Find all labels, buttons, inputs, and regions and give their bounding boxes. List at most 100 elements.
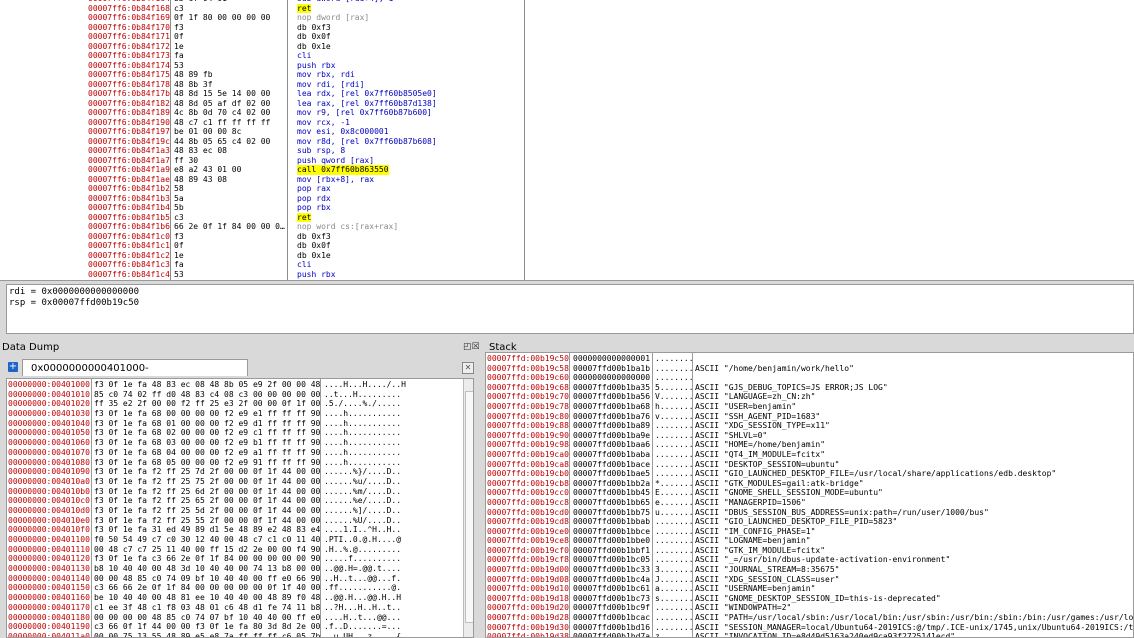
instruction-text: push rbx — [297, 60, 336, 70]
column-divider — [287, 0, 288, 280]
data-dump-row[interactable]: 00000000:00401060 f3 0f 1e fa 68 03 00 00… — [7, 437, 473, 447]
instruction-bytes: fa — [174, 260, 184, 269]
data-dump-row[interactable]: 00000000:00401020 ff 35 e2 2f 00 00 f2 ff… — [7, 398, 473, 408]
stack-row[interactable]: 00007ffd:00b19d28 00007ffd00b1bcac.......… — [486, 612, 1133, 622]
instruction-bytes: fa — [174, 51, 184, 60]
stack-row[interactable]: 00007ffd:00b19cd0 00007ffd00b1bb75 u......… — [486, 507, 1133, 517]
float-icon[interactable]: ◰ — [463, 342, 472, 352]
data-dump-row[interactable]: 00000000:00401010 85 c0 74 02 ff d0 48 83… — [7, 389, 473, 399]
data-dump-row[interactable]: 00000000:00401180 00 00 00 00 48 85 c0 74… — [7, 612, 473, 622]
stack-row[interactable]: 00007ffd:00b19d10 00007ffd00b1bc61 a......… — [486, 583, 1133, 593]
stack-row[interactable]: 00007ffd:00b19c80 00007ffd00b1ba76 v......… — [486, 411, 1133, 421]
data-dump-row[interactable]: 00000000:00401000 f3 0f 1e fa 48 83 ec 08… — [7, 379, 473, 389]
stack-row[interactable]: 00007ffd:00b19d30 00007ffd00b1bd16.......… — [486, 622, 1133, 632]
data-dump-scrollbar[interactable] — [463, 379, 473, 637]
instruction-text: mov rcx, -1 — [297, 117, 350, 127]
stack-row[interactable]: 00007ffd:00b19d00 00007ffd00b1bc33 3......… — [486, 564, 1133, 574]
instruction-address: 00007ff6:0b84f1c4 — [88, 269, 170, 279]
stack-row[interactable]: 00007ffd:00b19c50 0000000000000001.......… — [486, 353, 1133, 363]
disassembly-pane[interactable]: 00007ff6:0b84f16483 6f 04 01sub dword [r… — [0, 0, 1134, 281]
data-dump-row[interactable]: 00000000:00401090 f3 0f 1e fa f2 ff 25 7d… — [7, 466, 473, 476]
data-dump-row[interactable]: 00000000:00401160 be 10 40 40 00 48 81 ee… — [7, 592, 473, 602]
stack-row[interactable]: 00007ffd:00b19d20 00007ffd00b1bc9f.......… — [486, 602, 1133, 612]
data-dump-row[interactable]: 00000000:004010e0 f3 0f 1e fa f2 ff 25 55… — [7, 515, 473, 525]
stack-row[interactable]: 00007ffd:00b19cb8 00007ffd00b1bb2a *......… — [486, 478, 1133, 488]
close-icon[interactable]: ☒ — [472, 342, 480, 352]
stack-row[interactable]: 00007ffd:00b19ce0 00007ffd00b1bbce.......… — [486, 526, 1133, 536]
instruction-address: 00007ff6:0b84f1c2 — [88, 250, 170, 260]
stack-row[interactable]: 00007ffd:00b19d18 00007ffd00b1bc73 s......… — [486, 593, 1133, 603]
data-dump-row[interactable]: 00000000:00401170 c1 ee 3f 48 c1 f8 03 48… — [7, 602, 473, 612]
stack-value: 00007ffd00b1bd7a — [573, 632, 651, 638]
data-dump-row[interactable]: 00000000:004010d0 f3 0f 1e fa f2 ff 25 5d… — [7, 505, 473, 515]
instruction-bytes: f3 — [174, 22, 184, 32]
disassembly-gutter — [0, 0, 78, 280]
instruction-address: 00007ff6:0b84f189 — [88, 108, 170, 117]
instruction-text: call 0x7ff60b863550 — [297, 165, 389, 175]
data-dump-row[interactable]: 00000000:00401100 f0 50 54 49 c7 c0 30 12… — [7, 534, 473, 544]
instruction-address: 00007ff6:0b84f1ae — [88, 174, 170, 184]
instruction-address: 00007ff6:0b84f1c1 — [88, 241, 170, 250]
stack-row[interactable]: 00007ffd:00b19d38 00007ffd00b1bd7a z......… — [486, 631, 1133, 638]
stack-row[interactable]: 00007ffd:00b19c88 00007ffd00b1ba89.......… — [486, 420, 1133, 430]
stack-row[interactable]: 00007ffd:00b19c78 00007ffd00b1ba68 h......… — [486, 401, 1133, 411]
data-dump-row[interactable]: 00000000:004010f0 f3 0f 1e fa 31 ed 49 89… — [7, 524, 473, 534]
stack-row[interactable]: 00007ffd:00b19cb0 00007ffd00b1bae5.......… — [486, 468, 1133, 478]
data-dump-row[interactable]: 00000000:00401120 f3 0f 1e fa c3 66 2e 0f… — [7, 553, 473, 563]
instruction-address: 00007ff6:0b84f190 — [88, 117, 170, 127]
stack-row[interactable]: 00007ffd:00b19cf8 00007ffd00b1bc05.......… — [486, 554, 1133, 564]
data-dump-row[interactable]: 00000000:00401040 f3 0f 1e fa 68 01 00 00… — [7, 418, 473, 428]
stack-row[interactable]: 00007ffd:00b19cd8 00007ffd00b1bbab.......… — [486, 516, 1133, 526]
instruction-bytes: 48 89 43 08 — [174, 174, 227, 184]
data-dump-row[interactable]: 00000000:00401030 f3 0f 1e fa 68 00 00 00… — [7, 408, 473, 418]
stack-view[interactable]: 00007ffd:00b19c50 0000000000000001.......… — [485, 352, 1134, 638]
instruction-bytes: 0f — [174, 241, 184, 250]
instruction-bytes: 48 8b 3f — [174, 79, 213, 89]
stack-row[interactable]: 00007ffd:00b19cf0 00007ffd00b1bbf1.......… — [486, 545, 1133, 555]
data-dump-row[interactable]: 00000000:004010a0 f3 0f 1e fa f2 ff 25 75… — [7, 476, 473, 486]
data-dump-row[interactable]: 00000000:00401150 c3 66 66 2e 0f 1f 84 00… — [7, 582, 473, 592]
stack-row[interactable]: 00007ffd:00b19c68 00007ffd00b1ba35 5......… — [486, 382, 1133, 392]
instruction-text: db 0xf3 — [297, 22, 331, 32]
stack-row[interactable]: 00007ffd:00b19cc0 00007ffd00b1bb45 E......… — [486, 487, 1133, 497]
data-dump-row[interactable]: 00000000:004010b0 f3 0f 1e fa f2 ff 25 6d… — [7, 486, 473, 496]
stack-row[interactable]: 00007ffd:00b19ca8 00007ffd00b1bace.......… — [486, 459, 1133, 469]
column-divider — [524, 0, 525, 280]
stack-row[interactable]: 00007ffd:00b19cc8 00007ffd00b1bb65 e......… — [486, 497, 1133, 507]
instruction-text: push qword [rax] — [297, 155, 375, 165]
scrollbar-thumb[interactable] — [465, 391, 473, 623]
data-dump-row[interactable]: 00000000:00401140 00 00 48 85 c0 74 09 bf… — [7, 573, 473, 583]
stack-row[interactable]: 00007ffd:00b19c60 0000000000000000.......… — [486, 372, 1133, 382]
data-dump-row[interactable]: 00000000:00401110 00 48 c7 c7 25 11 40 00… — [7, 544, 473, 554]
instruction-bytes: 48 8d 15 5e 14 00 00 — [174, 89, 271, 98]
data-dump-row[interactable]: 00000000:00401050 f3 0f 1e fa 68 02 00 00… — [7, 427, 473, 437]
stack-row[interactable]: 00007ffd:00b19c98 00007ffd00b1baa6.......… — [486, 439, 1133, 449]
stack-row[interactable]: 00007ffd:00b19c90 00007ffd00b1ba9e.......… — [486, 430, 1133, 440]
data-dump-row[interactable]: 00000000:004011a0 00 00 75 13 55 48 89 e5… — [7, 631, 473, 637]
stack-row[interactable]: 00007ffd:00b19ca0 00007ffd00b1baba.......… — [486, 449, 1133, 459]
data-dump-row[interactable]: 00000000:00401070 f3 0f 1e fa 68 04 00 00… — [7, 447, 473, 457]
tab-address-range[interactable]: 0x0000000000401000-0x0000000000402000 — [22, 359, 248, 391]
instruction-text: sub rsp, 8 — [297, 146, 346, 155]
data-dump-window-controls[interactable]: ◰☒ — [463, 342, 480, 352]
data-dump-row[interactable]: 00000000:004010c0 f3 0f 1e fa f2 ff 25 65… — [7, 495, 473, 505]
stack-row[interactable]: 00007ffd:00b19d08 00007ffd00b1bc4a J......… — [486, 574, 1133, 584]
instruction-text: ret — [297, 212, 312, 222]
instruction-text: push rbx — [297, 269, 336, 279]
stack-row[interactable]: 00007ffd:00b19ce8 00007ffd00b1bbe0.......… — [486, 535, 1133, 545]
close-tab-icon[interactable]: ✕ — [462, 362, 474, 374]
stack-row[interactable]: 00007ffd:00b19c70 00007ffd00b1ba56 V......… — [486, 391, 1133, 401]
data-dump-row[interactable]: 00000000:00401190 c3 66 0f 1f 44 00 00 f3… — [7, 621, 473, 631]
instruction-bytes: 4c 8b 0d 70 c4 02 00 — [174, 108, 271, 117]
data-dump-row[interactable]: 00000000:00401130 b8 10 40 40 00 48 3d 10… — [7, 563, 473, 573]
instruction-address: 00007ff6:0b84f173 — [88, 51, 170, 60]
instruction-bytes: ff 30 — [174, 155, 199, 165]
data-dump-view[interactable]: 00000000:00401000 f3 0f 1e fa 48 83 ec 08… — [6, 378, 474, 638]
instruction-bytes: 48 83 ec 08 — [174, 146, 227, 155]
instruction-text: db 0xf3 — [297, 231, 331, 241]
add-tab-button[interactable]: + — [8, 362, 18, 372]
instruction-bytes: 53 — [174, 269, 184, 279]
data-dump-row[interactable]: 00000000:00401080 f3 0f 1e fa 68 05 00 00… — [7, 457, 473, 467]
instruction-bytes: 1e — [174, 250, 184, 260]
stack-row[interactable]: 00007ffd:00b19c58 00007ffd00b1ba1b.......… — [486, 363, 1133, 373]
